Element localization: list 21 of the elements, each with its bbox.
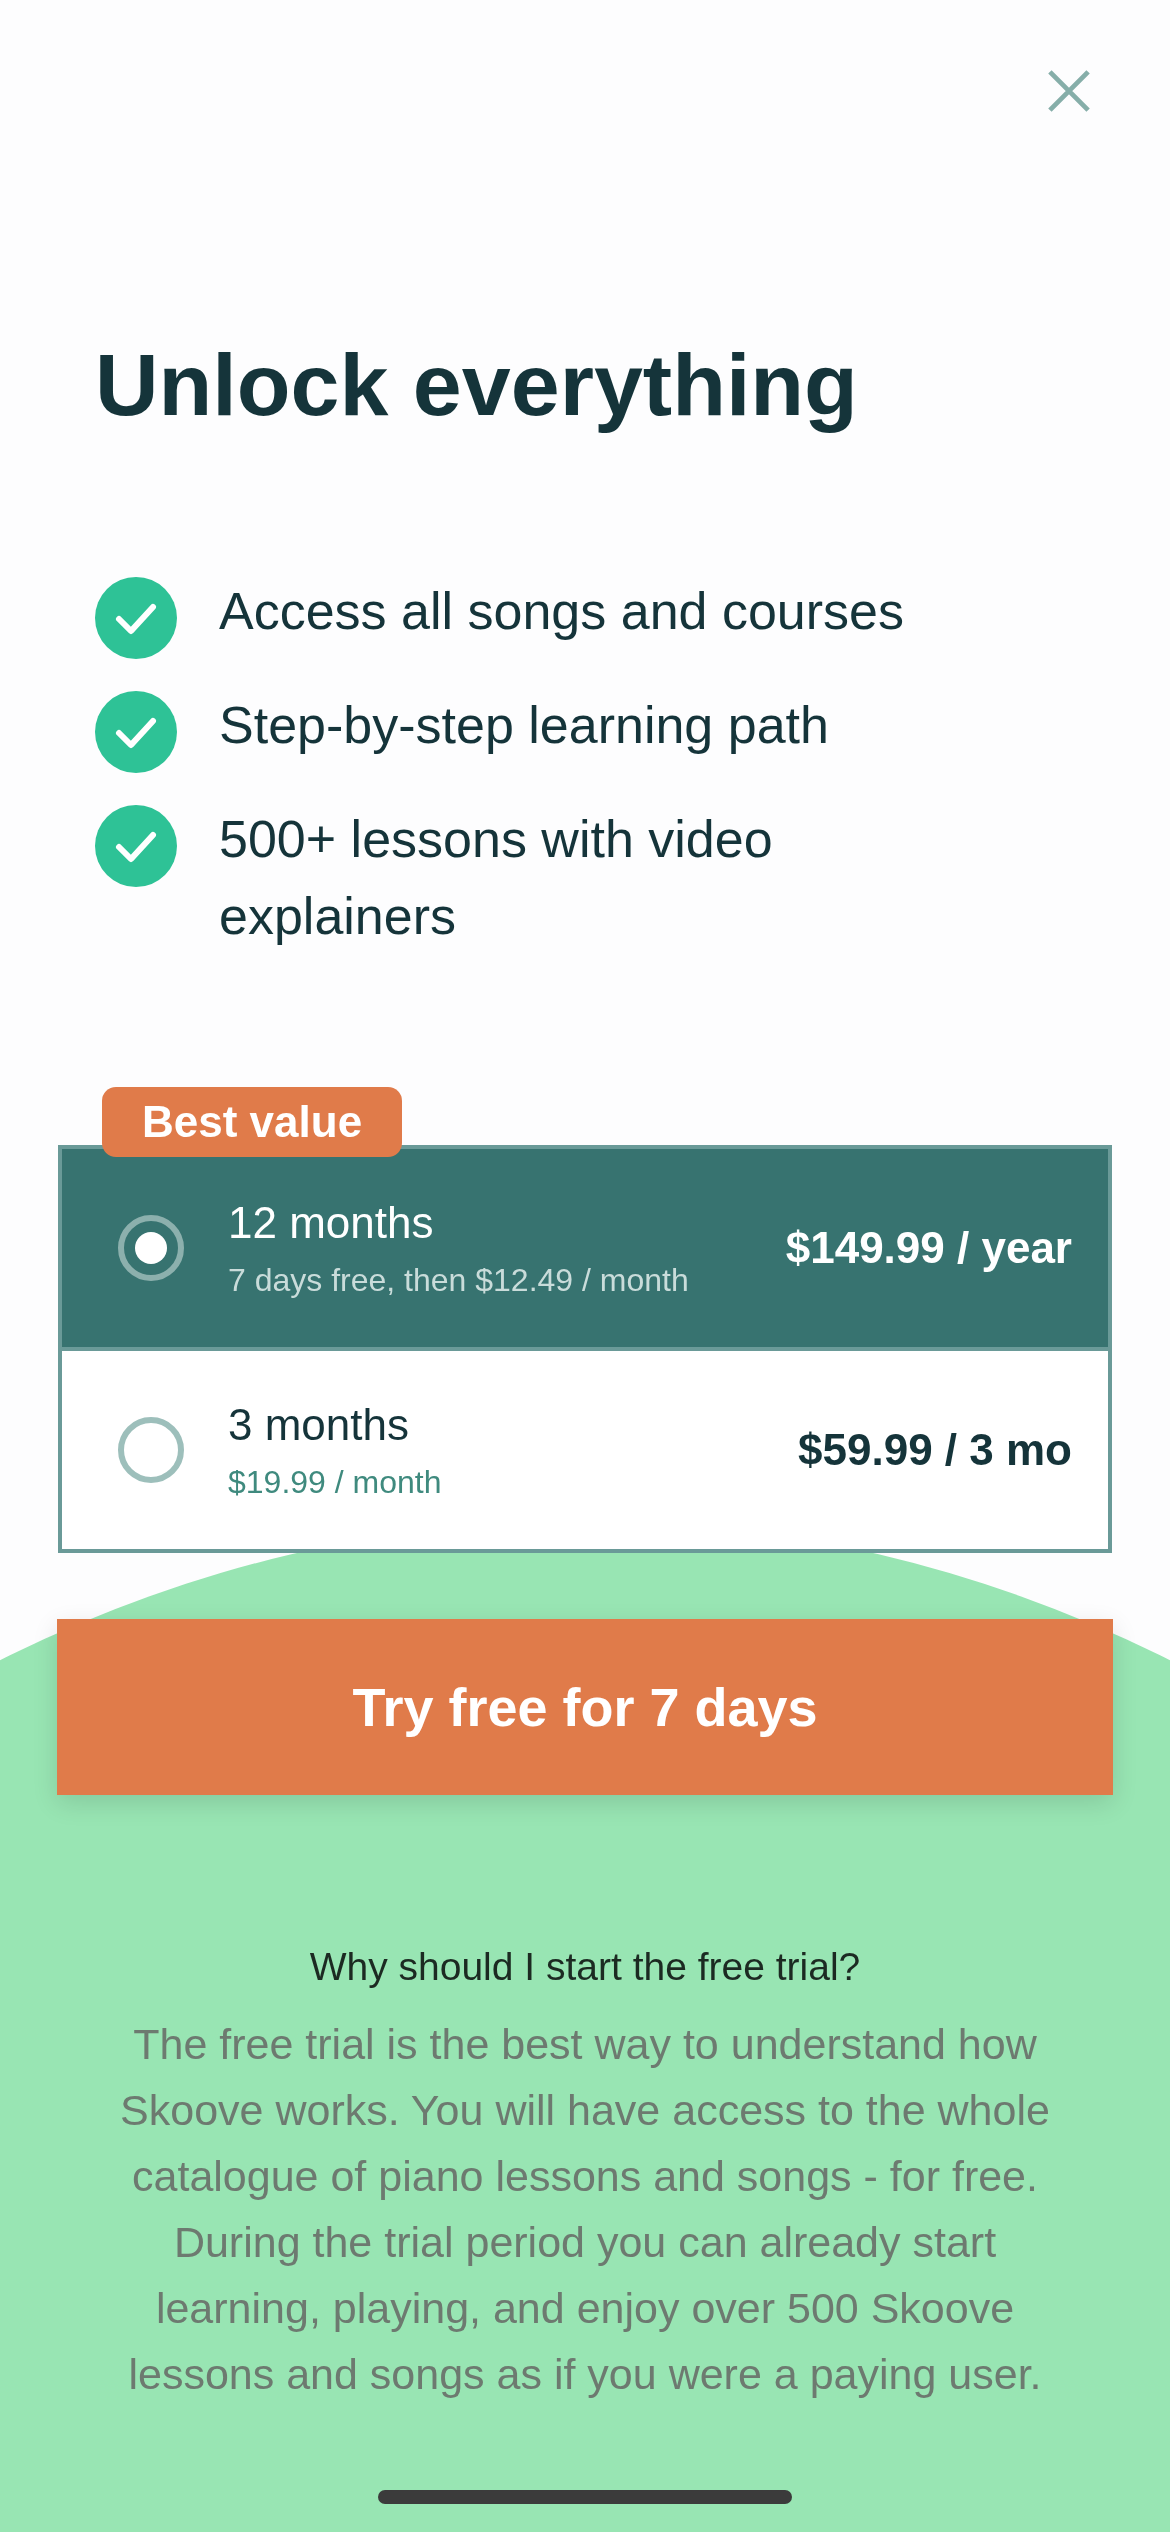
- plan-option[interactable]: 12 months 7 days free, then $12.49 / month $149.99 / year: [62, 1149, 1108, 1347]
- check-icon: [95, 691, 177, 773]
- close-icon[interactable]: [1048, 70, 1090, 112]
- plan-price: $149.99 / year: [785, 1223, 1072, 1273]
- try-free-button[interactable]: Try free for 7 days: [57, 1619, 1113, 1795]
- feature-text: Access all songs and courses: [219, 581, 904, 642]
- feature-text: 500+ lessons with video explainers: [219, 809, 774, 947]
- plan-detail: $19.99 / month: [228, 1463, 443, 1501]
- check-icon: [95, 577, 177, 659]
- plan-price: $59.99 / 3 mo: [798, 1425, 1072, 1475]
- best-value-badge: Best value: [102, 1087, 403, 1157]
- check-icon: [95, 805, 177, 887]
- plan-option[interactable]: 3 months $19.99 / month $59.99 / 3 mo: [62, 1347, 1108, 1549]
- page-title: Unlock everything: [95, 335, 859, 435]
- plan-name: 3 months: [228, 1399, 410, 1450]
- radio-button[interactable]: [118, 1215, 184, 1281]
- faq-answer: The free trial is the best way to understand how Skoove works. You will have access to the whole catalogue of piano lessons and songs - for free. During the trial period you can already start learning, playing, and enjoy over 500 Skoove lessons and songs as if you were a paying user.: [119, 2019, 1051, 2400]
- plan-name: 12 months: [228, 1197, 435, 1248]
- plan-detail: 7 days free, then $12.49 / month: [228, 1261, 690, 1299]
- faq-question: Why should I start the free trial?: [308, 1945, 862, 1989]
- feature-text: Step-by-step learning path: [219, 695, 829, 756]
